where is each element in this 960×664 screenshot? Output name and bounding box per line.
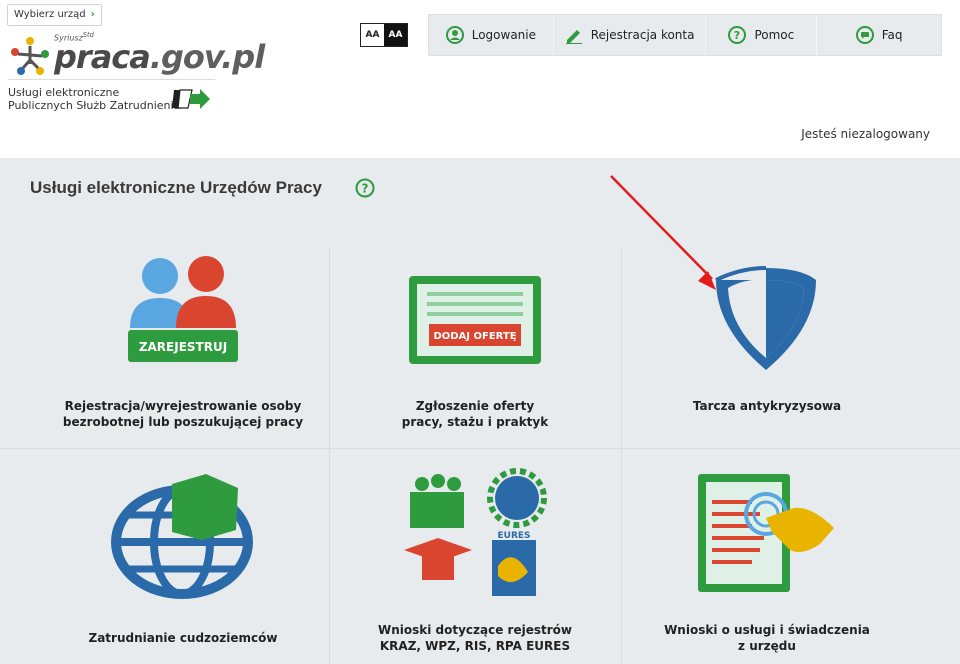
nav-help[interactable]: ? Pomoc [706, 15, 818, 55]
logo-praca: praca [54, 38, 151, 76]
tile-foreigners-line1: Zatrudnianie cudzoziemców [88, 631, 278, 645]
grid-divider [0, 448, 960, 449]
tile-anti-crisis-shield-line1: Tarcza antykryzysowa [692, 399, 842, 413]
nav-register-label: Rejestracja konta [590, 28, 695, 42]
contrast-switch: AA AA [360, 23, 408, 47]
tile-foreigners[interactable]: Zatrudnianie cudzoziemców [38, 458, 328, 658]
svg-text:?: ? [362, 182, 369, 196]
logo[interactable]: SyriuszStd praca.gov.pl [8, 30, 265, 80]
help-icon: ? [728, 26, 747, 44]
chevron-right-icon: › [90, 9, 95, 20]
nav-login-label: Logowanie [471, 28, 536, 42]
people-register-icon: ZAREJESTRUJ [128, 256, 238, 362]
tile-registers[interactable]: EURES Wnioski dotyczące rejestrów KRAZ, … [330, 458, 620, 658]
svg-text:DODAJ OFERTĘ: DODAJ OFERTĘ [433, 331, 516, 342]
tile-applications-label: Wnioski o usługi i świadczenia z urzędu [622, 622, 912, 654]
logo-text: praca.gov.pl [54, 38, 265, 76]
nav-faq-label: Faq [881, 28, 903, 42]
user-icon [445, 26, 464, 44]
tile-registration-line2: bezrobotnej lub poszukującej pracy [62, 415, 304, 429]
nav-faq[interactable]: Faq [817, 15, 941, 55]
tile-anti-crisis-shield-label: Tarcza antykryzysowa [622, 398, 912, 414]
logo-divider [8, 79, 215, 80]
tile-registers-line2: KRAZ, WPZ, RIS, RPA EURES [379, 639, 571, 653]
globe-icon [111, 474, 253, 599]
tile-applications[interactable]: Wnioski o usługi i świadczenia z urzędu [622, 458, 912, 658]
tile-applications-line1: Wnioski o usługi i świadczenia [664, 623, 870, 637]
chat-icon [855, 26, 874, 44]
header: Wybierz urząd › SyriuszStd praca.gov.pl U… [0, 0, 960, 158]
tile-registration-label: Rejestracja/wyrejestrowanie osoby bezrob… [38, 398, 328, 430]
select-office-label: Wybierz urząd [14, 9, 86, 20]
tile-registration-line1: Rejestracja/wyrejestrowanie osoby [64, 399, 302, 413]
tile-foreigners-label: Zatrudnianie cudzoziemców [38, 630, 328, 646]
page-title: Usługi elektroniczne Urzędów Pracy [30, 178, 322, 197]
svg-text:ZAREJESTRUJ: ZAREJESTRUJ [139, 340, 227, 354]
tile-job-offer-label: Zgłoszenie oferty pracy, stażu i praktyk [330, 398, 620, 430]
services-caption: Usługi elektroniczne Publicznych Służb Z… [8, 86, 180, 112]
tile-job-offer[interactable]: DODAJ OFERTĘ Zgłoszenie oferty pracy, st… [330, 248, 620, 443]
shield-icon [715, 266, 816, 370]
tile-applications-line2: z urzędu [738, 639, 796, 653]
login-status: Jesteś niezalogowany [801, 127, 930, 141]
tile-registration[interactable]: ZAREJESTRUJ Rejestracja/wyrejestrowanie … [38, 248, 328, 443]
contrast-high-button[interactable]: AA [384, 24, 407, 46]
logo-people-icon [11, 37, 49, 75]
registers-icon: EURES [404, 468, 547, 596]
svg-text:EURES: EURES [497, 531, 530, 541]
svg-text:?: ? [734, 29, 740, 42]
nav-help-label: Pomoc [754, 28, 795, 42]
services-caption-line2: Publicznych Służb Zatrudnienia [8, 99, 181, 112]
logo-gov: .gov.pl [149, 38, 265, 76]
tile-job-offer-line2: pracy, stażu i praktyk [401, 415, 549, 429]
nav-login[interactable]: Logowanie [429, 15, 554, 55]
services-panel: Usługi elektroniczne Urzędów Pracy ? ZAR… [0, 158, 960, 664]
top-navigation: Logowanie Rejestracja konta ? Pomoc Faq [428, 14, 942, 56]
pencil-icon [565, 30, 582, 44]
services-caption-line1: Usługi elektroniczne [8, 86, 120, 99]
tile-registers-label: Wnioski dotyczące rejestrów KRAZ, WPZ, R… [330, 622, 620, 654]
document-hand-icon [698, 474, 834, 592]
services-arrows-icon [172, 89, 210, 109]
tile-registers-line1: Wnioski dotyczące rejestrów [377, 623, 572, 637]
title-help-icon[interactable]: ? [355, 178, 375, 198]
tile-anti-crisis-shield[interactable]: Tarcza antykryzysowa [622, 248, 912, 443]
contrast-normal-button[interactable]: AA [361, 24, 384, 46]
select-office-button[interactable]: Wybierz urząd › [7, 4, 102, 26]
tile-job-offer-line1: Zgłoszenie oferty [415, 399, 535, 413]
job-offer-icon: DODAJ OFERTĘ [409, 276, 541, 364]
nav-register[interactable]: Rejestracja konta [554, 15, 707, 55]
